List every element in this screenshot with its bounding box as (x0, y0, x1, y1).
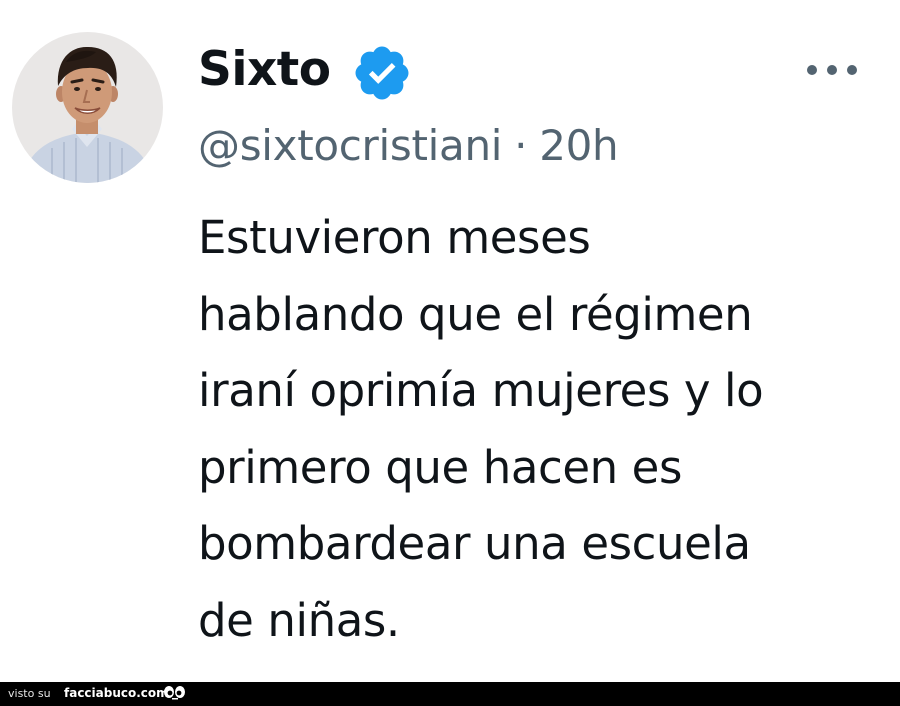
tweet-text-line: primero que hacen es (198, 440, 682, 494)
tweet-text-line: bombardear una escuela (198, 517, 751, 570)
tweet-text-line: iraní oprimía mujeres y lo (198, 364, 764, 417)
user-handle[interactable]: @sixtocristiani (198, 121, 502, 170)
avatar[interactable] (12, 32, 163, 183)
tweet-text-line: de niñas. (198, 593, 400, 647)
visto-label: visto su (8, 687, 51, 700)
tweet-card: Sixto @sixtocristiani · 20h Estuvieron mes… (0, 0, 900, 682)
tweet-text: Estuvieron meses hablando que el régimen… (198, 200, 878, 659)
display-name[interactable]: Sixto (198, 38, 331, 102)
avatar-photo (12, 32, 163, 183)
more-options-icon[interactable] (800, 56, 864, 84)
tweet-text-line: Estuvieron meses (198, 211, 591, 264)
tweet-meta: @sixtocristiani · 20h (198, 116, 619, 176)
tweet-text-line: hablando que el régimen (198, 287, 753, 341)
watermark-footer: visto su facciabuco.com (0, 682, 900, 706)
meta-separator: · (514, 121, 528, 170)
googly-eyes-icon (163, 685, 187, 701)
tweet-timestamp[interactable]: 20h (539, 121, 618, 170)
verified-badge-icon (351, 42, 413, 104)
site-link[interactable]: facciabuco.com (64, 685, 169, 702)
